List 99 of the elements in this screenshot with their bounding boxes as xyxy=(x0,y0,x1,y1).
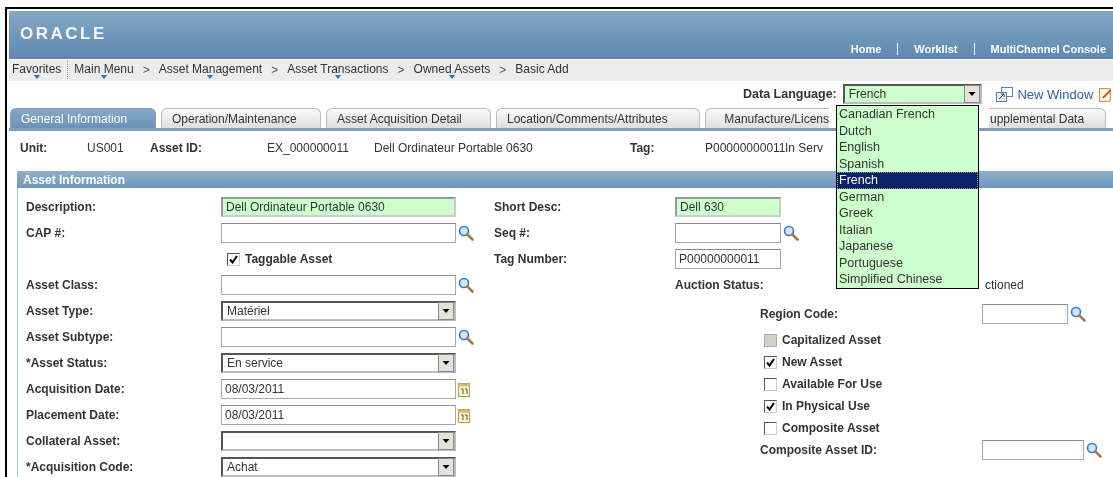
calendar-icon xyxy=(458,381,470,397)
field-value: P00000000011 xyxy=(705,141,785,155)
tab[interactable]: Operation/Maintenance xyxy=(161,108,321,128)
language-dropdown[interactable]: French xyxy=(842,84,983,104)
menu-link[interactable]: Owned Assets xyxy=(413,60,491,79)
field-value: US001 xyxy=(87,141,125,155)
menu-link[interactable]: Main Menu xyxy=(74,60,134,79)
dropdown-option[interactable]: Simplified Chinese xyxy=(837,271,978,288)
field-label: Auction Status: xyxy=(675,278,764,292)
input-field[interactable] xyxy=(982,304,1068,324)
search-icon xyxy=(458,329,474,345)
dropdown-field[interactable]: Achat xyxy=(221,457,456,477)
checkbox-label: Available For Use xyxy=(782,377,883,391)
field-label: *Asset Status: xyxy=(26,356,109,370)
field-value: In Serv xyxy=(785,141,823,155)
checkbox[interactable] xyxy=(227,252,240,266)
dropdown-field[interactable]: En service xyxy=(221,353,456,373)
field-label: Short Desc: xyxy=(494,200,563,214)
breadcrumb-separator: > xyxy=(397,62,405,77)
checkbox-label: Composite Asset xyxy=(782,421,880,435)
search-icon xyxy=(458,225,474,241)
caret-icon xyxy=(438,458,454,476)
input-field[interactable] xyxy=(982,440,1084,460)
window-icon xyxy=(996,86,1014,102)
input-field[interactable]: P00000000011 xyxy=(675,249,781,269)
checkbox-label: Capitalized Asset xyxy=(782,333,881,347)
dropdown-option[interactable]: Italian xyxy=(837,221,978,238)
search-icon xyxy=(458,277,474,293)
caret-icon xyxy=(438,432,454,450)
input-field[interactable] xyxy=(221,327,456,347)
input-field[interactable]: 08/03/2011 xyxy=(221,379,456,399)
field-label: Placement Date: xyxy=(26,408,121,422)
field-label: Acquisition Date: xyxy=(26,382,126,396)
menu-link[interactable]: Asset Management xyxy=(158,60,263,79)
breadcrumb-separator: > xyxy=(499,62,507,77)
breadcrumb-separator: > xyxy=(271,62,279,77)
tab[interactable]: upplemental Data xyxy=(989,108,1106,128)
menu-link[interactable]: Favorites xyxy=(12,60,69,79)
caret-icon xyxy=(964,85,981,103)
field-label: Composite Asset ID: xyxy=(760,443,878,457)
dropdown-option[interactable]: English xyxy=(837,139,978,156)
search-icon xyxy=(783,225,799,241)
field-label: Region Code: xyxy=(760,307,839,321)
dropdown-field[interactable] xyxy=(221,431,456,451)
field-value: Dell Ordinateur Portable 0630 xyxy=(374,141,534,155)
dropdown-option[interactable]: Japanese xyxy=(837,238,978,255)
logo: ORACLE xyxy=(19,23,107,44)
caret-icon xyxy=(438,302,454,320)
caret-icon xyxy=(438,354,454,372)
dropdown-option[interactable]: German xyxy=(837,188,978,205)
dropdown-field[interactable]: Matériel xyxy=(221,301,456,321)
search-icon xyxy=(1086,442,1102,458)
field-label: Data Language: xyxy=(743,87,837,101)
dropdown-option[interactable]: Canadian French xyxy=(837,106,978,123)
dropdown-option[interactable]: Portuguese xyxy=(837,254,978,271)
input-field[interactable]: Dell 630 xyxy=(675,197,781,217)
field-value: ctioned xyxy=(985,278,1024,292)
field-label: Description: xyxy=(26,200,97,214)
checkbox-label: Taggable Asset xyxy=(245,252,333,266)
field-label: Asset Class: xyxy=(26,278,100,292)
checkbox[interactable] xyxy=(764,377,777,391)
dropdown-option[interactable]: Spanish xyxy=(837,155,978,172)
field-label: Asset Subtype: xyxy=(26,330,115,344)
field-label: Asset ID: xyxy=(150,141,203,155)
field-label: CAP #: xyxy=(26,226,67,240)
input-field[interactable]: 08/03/2011 xyxy=(221,405,456,425)
tab[interactable]: Location/Comments/Attributes xyxy=(496,108,700,128)
field-label: Tag: xyxy=(630,141,656,155)
dropdown-option[interactable]: French xyxy=(837,172,978,189)
field-value: EX_000000011 xyxy=(267,141,350,155)
check-icon xyxy=(766,401,775,411)
input-field[interactable] xyxy=(221,223,456,243)
field-label: *Acquisition Code: xyxy=(26,460,135,474)
search-icon xyxy=(1070,306,1086,322)
field-label: Asset Type: xyxy=(26,304,95,318)
input-field[interactable] xyxy=(675,223,781,243)
field-label: Collateral Asset: xyxy=(26,434,122,448)
menu-link[interactable]: Basic Add xyxy=(515,60,569,79)
dropdown-option[interactable]: Greek xyxy=(837,205,978,222)
field-label: Tag Number: xyxy=(494,252,569,266)
menu-link[interactable]: Asset Transactions xyxy=(287,60,389,79)
breadcrumb-separator: > xyxy=(142,62,150,77)
input-field[interactable]: Dell Ordinateur Portable 0630 xyxy=(221,197,456,217)
check-icon xyxy=(766,357,775,367)
field-label: Unit: xyxy=(20,141,49,155)
checkbox-label: New Asset xyxy=(782,355,843,369)
notepad-icon xyxy=(1099,86,1113,102)
checkbox[interactable] xyxy=(764,355,777,369)
checkbox-label: In Physical Use xyxy=(782,399,871,413)
dropdown-option[interactable]: Dutch xyxy=(837,122,978,139)
field-label: Seq #: xyxy=(494,226,531,240)
calendar-icon xyxy=(458,407,470,423)
tab[interactable]: Asset Acquisition Detail xyxy=(326,108,491,128)
check-icon xyxy=(229,254,238,264)
input-field[interactable] xyxy=(221,275,456,295)
tab[interactable]: Manufacture/Licens xyxy=(705,108,829,128)
checkbox[interactable] xyxy=(764,399,777,413)
new-window-link[interactable]: New Window xyxy=(996,86,1094,102)
checkbox[interactable] xyxy=(764,421,777,435)
